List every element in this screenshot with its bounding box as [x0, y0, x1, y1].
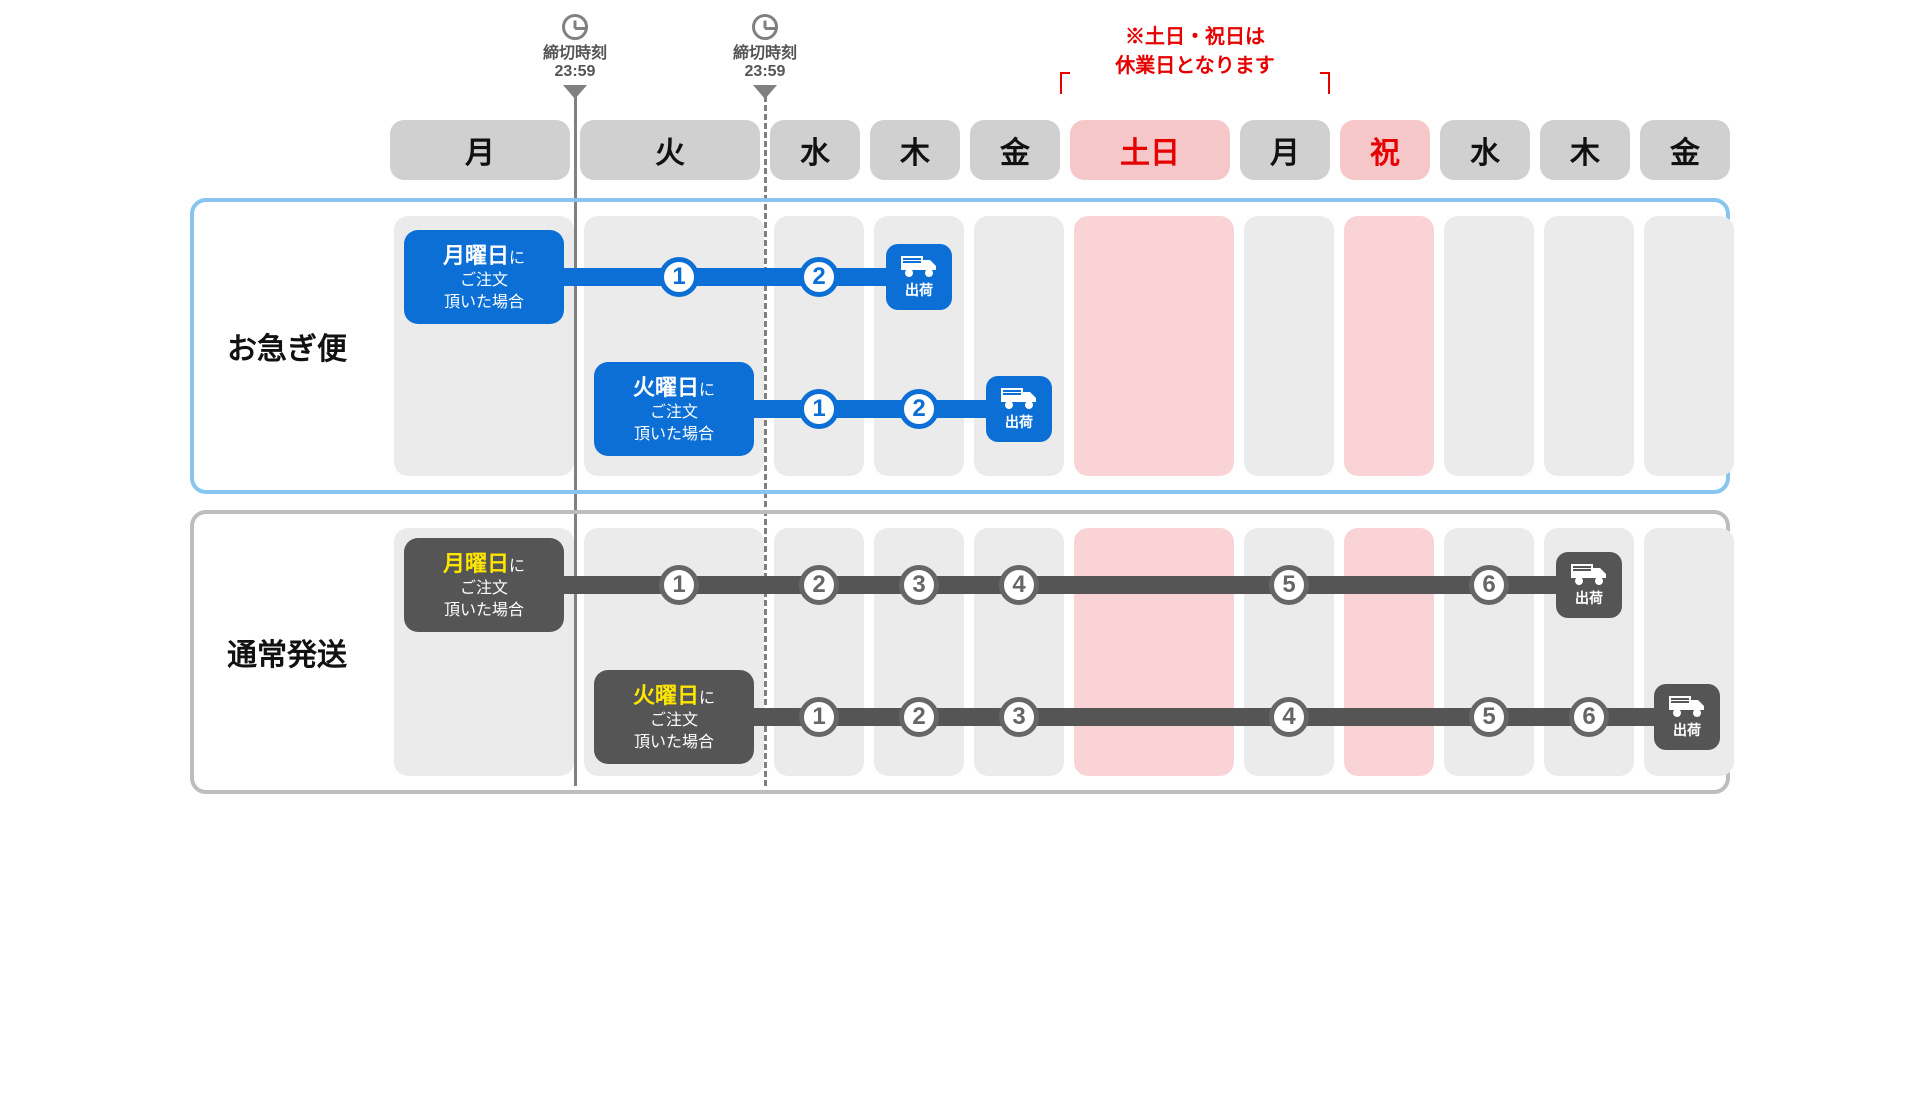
order-card: 火曜日に ご注文 頂いた場合 — [594, 670, 754, 764]
order-line3: 頂いた場合 — [444, 292, 524, 314]
order-line3: 頂いた場合 — [444, 600, 524, 622]
step-badge: 2 — [899, 697, 939, 737]
truck-icon — [1000, 386, 1038, 410]
holiday-note-line1: ※土日・祝日は — [1060, 20, 1330, 49]
order-day: 月曜日 — [443, 551, 509, 576]
order-day: 月曜日 — [443, 243, 509, 268]
order-line3: 頂いた場合 — [634, 424, 714, 446]
step-badge: 6 — [1569, 697, 1609, 737]
day-pill: 水 — [770, 120, 860, 180]
day-pill: 水 — [1440, 120, 1530, 180]
step-badge: 1 — [659, 565, 699, 605]
order-line2: ご注文 — [650, 402, 698, 424]
step-badge: 1 — [799, 697, 839, 737]
order-ni: に — [509, 558, 525, 575]
deadline-marker-2: 締切時刻 23:59 — [715, 14, 815, 99]
step-badge: 2 — [799, 565, 839, 605]
section-title: 通常発送 — [194, 630, 380, 674]
timeline-normal-mon: 月曜日に ご注文 頂いた場合 1 2 3 4 5 6 出荷 — [394, 538, 1712, 648]
ship-badge: 出荷 — [886, 244, 952, 310]
day-pill: 月 — [1240, 120, 1330, 180]
day-pill: 火 — [580, 120, 760, 180]
step-badge: 4 — [1269, 697, 1309, 737]
step-badge: 1 — [799, 389, 839, 429]
order-day: 火曜日 — [633, 375, 699, 400]
ship-badge: 出荷 — [1556, 552, 1622, 618]
day-header-row: 月 火 水 木 金 土日 月 祝 水 木 金 — [390, 120, 1730, 180]
section-normal: 通常発送 月曜日に ご注文 頂いた場合 1 2 3 4 5 6 — [190, 510, 1730, 794]
day-pill: 木 — [1540, 120, 1630, 180]
ship-label: 出荷 — [905, 280, 933, 300]
order-day: 火曜日 — [633, 683, 699, 708]
step-badge: 5 — [1469, 697, 1509, 737]
day-pill-holiday: 祝 — [1340, 120, 1430, 180]
deadline-time: 23:59 — [715, 63, 815, 81]
truck-icon — [1668, 694, 1706, 718]
order-ni: に — [699, 690, 715, 707]
section-title: お急ぎ便 — [194, 324, 380, 368]
progress-bar — [554, 576, 1614, 594]
truck-icon — [900, 254, 938, 278]
order-card: 月曜日に ご注文 頂いた場合 — [404, 538, 564, 632]
step-badge: 5 — [1269, 565, 1309, 605]
progress-bar — [554, 268, 904, 286]
progress-bar — [744, 400, 1004, 418]
holiday-note: ※土日・祝日は 休業日となります — [1060, 20, 1330, 78]
bracket-right-icon — [1320, 72, 1330, 94]
order-card: 火曜日に ご注文 頂いた場合 — [594, 362, 754, 456]
order-line3: 頂いた場合 — [634, 732, 714, 754]
day-pill: 金 — [970, 120, 1060, 180]
order-ni: に — [509, 250, 525, 267]
timeline-normal-tue: 火曜日に ご注文 頂いた場合 1 2 3 4 5 6 出荷 — [394, 670, 1712, 780]
timeline-express-mon: 月曜日に ご注文 頂いた場合 1 2 出荷 — [394, 230, 1712, 340]
timeline-express-tue: 火曜日に ご注文 頂いた場合 1 2 出荷 — [394, 362, 1712, 472]
bracket-left-icon — [1060, 72, 1070, 94]
step-badge: 2 — [899, 389, 939, 429]
day-pill: 月 — [390, 120, 570, 180]
day-pill: 金 — [1640, 120, 1730, 180]
ship-label: 出荷 — [1005, 412, 1033, 432]
truck-icon — [1570, 562, 1608, 586]
order-card: 月曜日に ご注文 頂いた場合 — [404, 230, 564, 324]
section-express: お急ぎ便 月曜日に ご注文 頂いた場合 1 2 出荷 — [190, 198, 1730, 494]
day-pill: 木 — [870, 120, 960, 180]
clock-icon — [752, 14, 778, 40]
ship-label: 出荷 — [1575, 588, 1603, 608]
order-line2: ご注文 — [460, 270, 508, 292]
order-line2: ご注文 — [650, 710, 698, 732]
day-pill-holiday: 土日 — [1070, 120, 1230, 180]
step-badge: 3 — [999, 697, 1039, 737]
deadline-label: 締切時刻 — [715, 44, 815, 63]
ship-badge: 出荷 — [986, 376, 1052, 442]
step-badge: 6 — [1469, 565, 1509, 605]
deadline-marker-1: 締切時刻 23:59 — [525, 14, 625, 99]
ship-label: 出荷 — [1673, 720, 1701, 740]
order-line2: ご注文 — [460, 578, 508, 600]
step-badge: 3 — [899, 565, 939, 605]
deadline-label: 締切時刻 — [525, 44, 625, 63]
holiday-note-line2: 休業日となります — [1060, 49, 1330, 78]
order-ni: に — [699, 382, 715, 399]
deadline-time: 23:59 — [525, 63, 625, 81]
clock-icon — [562, 14, 588, 40]
step-badge: 4 — [999, 565, 1039, 605]
step-badge: 1 — [659, 257, 699, 297]
step-badge: 2 — [799, 257, 839, 297]
ship-badge: 出荷 — [1654, 684, 1720, 750]
